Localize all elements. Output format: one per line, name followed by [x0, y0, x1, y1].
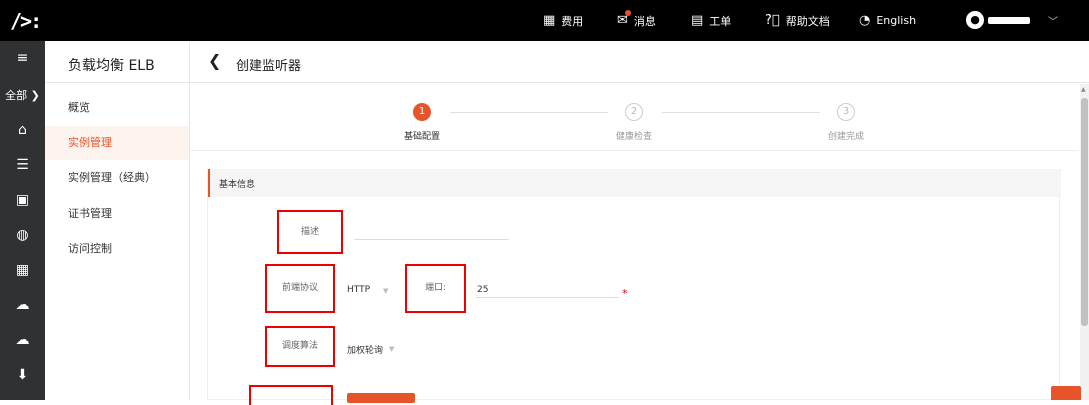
- description-input[interactable]: [354, 239, 509, 240]
- sidebar-item-access-control[interactable]: 访问控制: [45, 232, 189, 266]
- database-icon[interactable]: ☰: [0, 157, 45, 173]
- message-label: 消息: [633, 14, 656, 28]
- frontend-protocol-select[interactable]: HTTP: [347, 285, 370, 295]
- username-redacted: [988, 16, 1030, 24]
- sidebar-divider: [45, 82, 190, 83]
- chevron-down-icon: ﹀: [1048, 16, 1058, 28]
- ticket-link[interactable]: ▤ 工单: [691, 0, 731, 41]
- user-menu[interactable]: ● ﹀: [966, 11, 1058, 29]
- feedback-button[interactable]: [1051, 386, 1081, 400]
- sidebar-item-instances[interactable]: 实例管理: [45, 126, 189, 160]
- required-asterisk: *: [622, 287, 628, 300]
- all-products-toggle[interactable]: 全部 ❯: [0, 87, 45, 103]
- next-field-control[interactable]: [347, 393, 415, 403]
- ticket-icon: ▤: [691, 13, 704, 28]
- cost-link[interactable]: ▦ 费用: [543, 0, 583, 41]
- port-input-underline: [476, 297, 619, 298]
- sidebar: 负载均衡 ELB 概览 实例管理 实例管理（经典） 证书管理 访问控制: [45, 41, 190, 400]
- page-title: 创建监听器: [236, 59, 302, 74]
- message-icon: ✉: [617, 10, 631, 28]
- basic-info-section: 基本信息 描述 前端协议 HTTP ▼ 端口: 25 * 调度算法 加权轮询 ▼: [207, 169, 1061, 405]
- section-title: 基本信息: [219, 180, 256, 190]
- avatar-icon: ●: [966, 11, 984, 29]
- storage-icon[interactable]: ▣: [0, 192, 45, 208]
- sidebar-item-certificates[interactable]: 证书管理: [45, 197, 189, 231]
- main-content: ❮ 创建监听器 1 2 3 基础配置 健康检查 创建完成 基本信息 描述 前端协…: [190, 41, 1089, 405]
- cost-label: 费用: [561, 14, 584, 28]
- cloud-upload-icon[interactable]: ☁: [0, 297, 45, 313]
- all-products-label: 全部: [5, 89, 28, 102]
- scheduling-algorithm-select[interactable]: 加权轮询: [347, 343, 383, 356]
- scheduling-algorithm-label: 调度算法: [265, 326, 335, 367]
- port-label: 端口:: [405, 264, 466, 313]
- help-docs-link[interactable]: ?⃝ 帮助文档: [765, 0, 830, 41]
- description-label: 描述: [277, 210, 343, 254]
- step-1-circle: 1: [413, 103, 431, 121]
- step-1-label: 基础配置: [403, 132, 440, 142]
- menu-icon[interactable]: ≡: [0, 50, 45, 66]
- cost-icon: ▦: [543, 13, 556, 28]
- sidebar-item-instances-classic[interactable]: 实例管理（经典）: [45, 161, 189, 195]
- step-3-circle: 3: [837, 103, 855, 121]
- page-header: ❮ 创建监听器: [190, 41, 1089, 83]
- step-progress: 1 2 3 基础配置 健康检查 创建完成: [190, 84, 1079, 151]
- step-2-label: 健康检查: [615, 132, 652, 142]
- step-connector-1: [450, 112, 608, 113]
- back-arrow-icon[interactable]: ❮: [208, 51, 221, 70]
- disk-icon[interactable]: ▦: [0, 262, 45, 278]
- brand-logo[interactable]: />:: [10, 9, 42, 33]
- sidebar-item-overview[interactable]: 概览: [45, 91, 189, 125]
- step-connector-2: [662, 112, 820, 113]
- port-input[interactable]: 25: [477, 285, 488, 295]
- page-scrollbar[interactable]: ▲: [1080, 84, 1089, 400]
- message-link[interactable]: ✉ 消息: [617, 0, 656, 41]
- notification-dot: [624, 10, 631, 16]
- frontend-protocol-label: 前端协议: [265, 264, 335, 313]
- language-switch[interactable]: ◔ English: [859, 0, 916, 41]
- help-icon: ?⃝: [765, 13, 780, 28]
- scroll-thumb[interactable]: [1081, 98, 1088, 326]
- home-icon[interactable]: ⌂: [0, 122, 45, 138]
- globe-icon: ◔: [859, 13, 871, 28]
- next-field-label: [249, 385, 333, 405]
- step-3-label: 创建完成: [827, 132, 864, 142]
- ticket-label: 工单: [709, 14, 732, 28]
- step-2-circle: 2: [625, 103, 643, 121]
- chevron-down-icon: ▼: [389, 345, 395, 353]
- network-icon[interactable]: ◍: [0, 227, 45, 243]
- language-label: English: [876, 14, 917, 27]
- help-label: 帮助文档: [785, 14, 830, 28]
- sidebar-title: 负载均衡 ELB: [68, 58, 155, 74]
- top-bar: />: ▦ 费用 ✉ 消息 ▤ 工单 ?⃝ 帮助文档 ◔ English ● ﹀: [0, 0, 1089, 41]
- download-icon[interactable]: ⬇: [0, 367, 45, 383]
- scroll-up-icon[interactable]: ▲: [1081, 86, 1086, 93]
- cloud-icon[interactable]: ☁: [0, 332, 45, 348]
- product-rail: ≡ 全部 ❯ ⌂ ☰ ▣ ◍ ▦ ☁ ☁ ⬇: [0, 41, 45, 400]
- section-header: 基本信息: [208, 169, 1061, 197]
- chevron-down-icon: ▼: [383, 287, 389, 295]
